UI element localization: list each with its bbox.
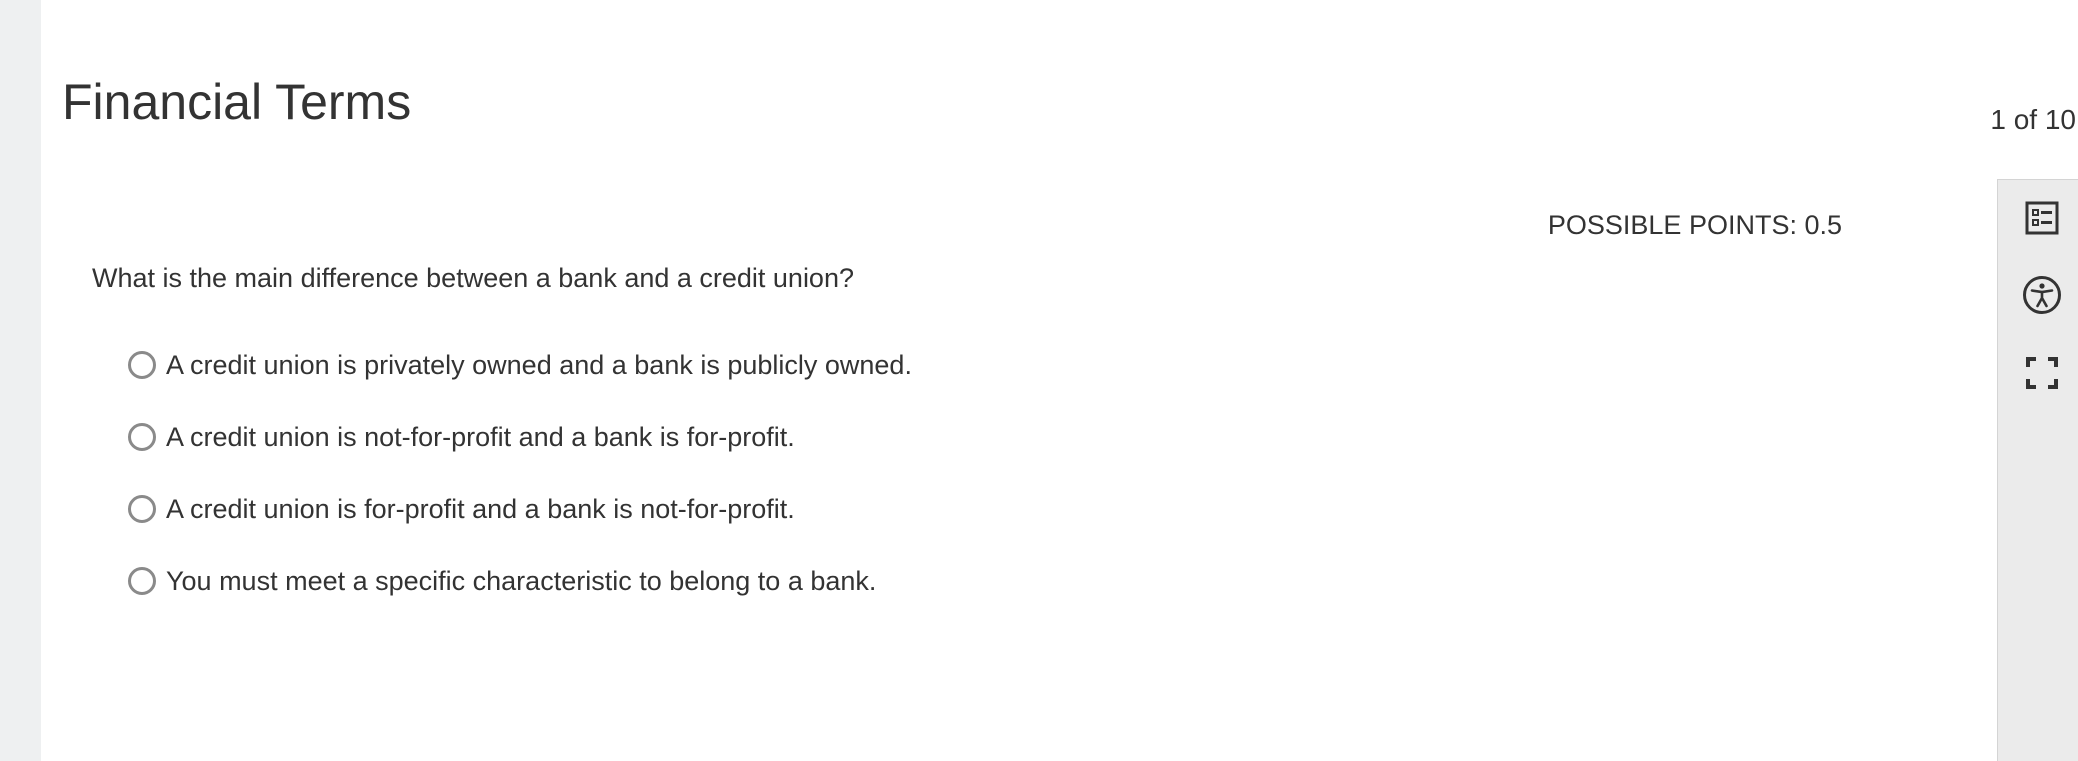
possible-points: POSSIBLE POINTS: 0.5 <box>1547 210 1842 240</box>
radio-button[interactable] <box>128 495 156 523</box>
accessibility-button[interactable] <box>2022 275 2062 315</box>
question-counter: 1 of 10 <box>1990 104 2076 135</box>
question-prompt: What is the main difference between a ba… <box>92 263 854 293</box>
tool-rail <box>1997 179 2078 761</box>
question-list-button[interactable] <box>2022 198 2062 238</box>
fullscreen-icon <box>2026 357 2058 389</box>
accessibility-icon <box>2023 276 2061 314</box>
question-list-icon <box>2025 201 2059 235</box>
quiz-page: Financial Terms 1 of 10 POSSIBLE POINTS:… <box>0 0 2078 761</box>
answer-choices: A credit union is privately owned and a … <box>128 345 912 633</box>
answer-choice-label[interactable]: A credit union is privately owned and a … <box>166 348 912 382</box>
answer-choice[interactable]: A credit union is not-for-profit and a b… <box>128 417 912 457</box>
radio-button[interactable] <box>128 351 156 379</box>
radio-button[interactable] <box>128 423 156 451</box>
radio-button[interactable] <box>128 567 156 595</box>
page-title: Financial Terms <box>62 74 412 130</box>
answer-choice[interactable]: You must meet a specific characteristic … <box>128 561 912 601</box>
left-gutter <box>0 0 41 761</box>
answer-choice-label[interactable]: You must meet a specific characteristic … <box>166 564 876 598</box>
answer-choice[interactable]: A credit union is for-profit and a bank … <box>128 489 912 529</box>
answer-choice[interactable]: A credit union is privately owned and a … <box>128 345 912 385</box>
fullscreen-button[interactable] <box>2022 353 2062 393</box>
answer-choice-label[interactable]: A credit union is not-for-profit and a b… <box>166 420 795 454</box>
answer-choice-label[interactable]: A credit union is for-profit and a bank … <box>166 492 795 526</box>
